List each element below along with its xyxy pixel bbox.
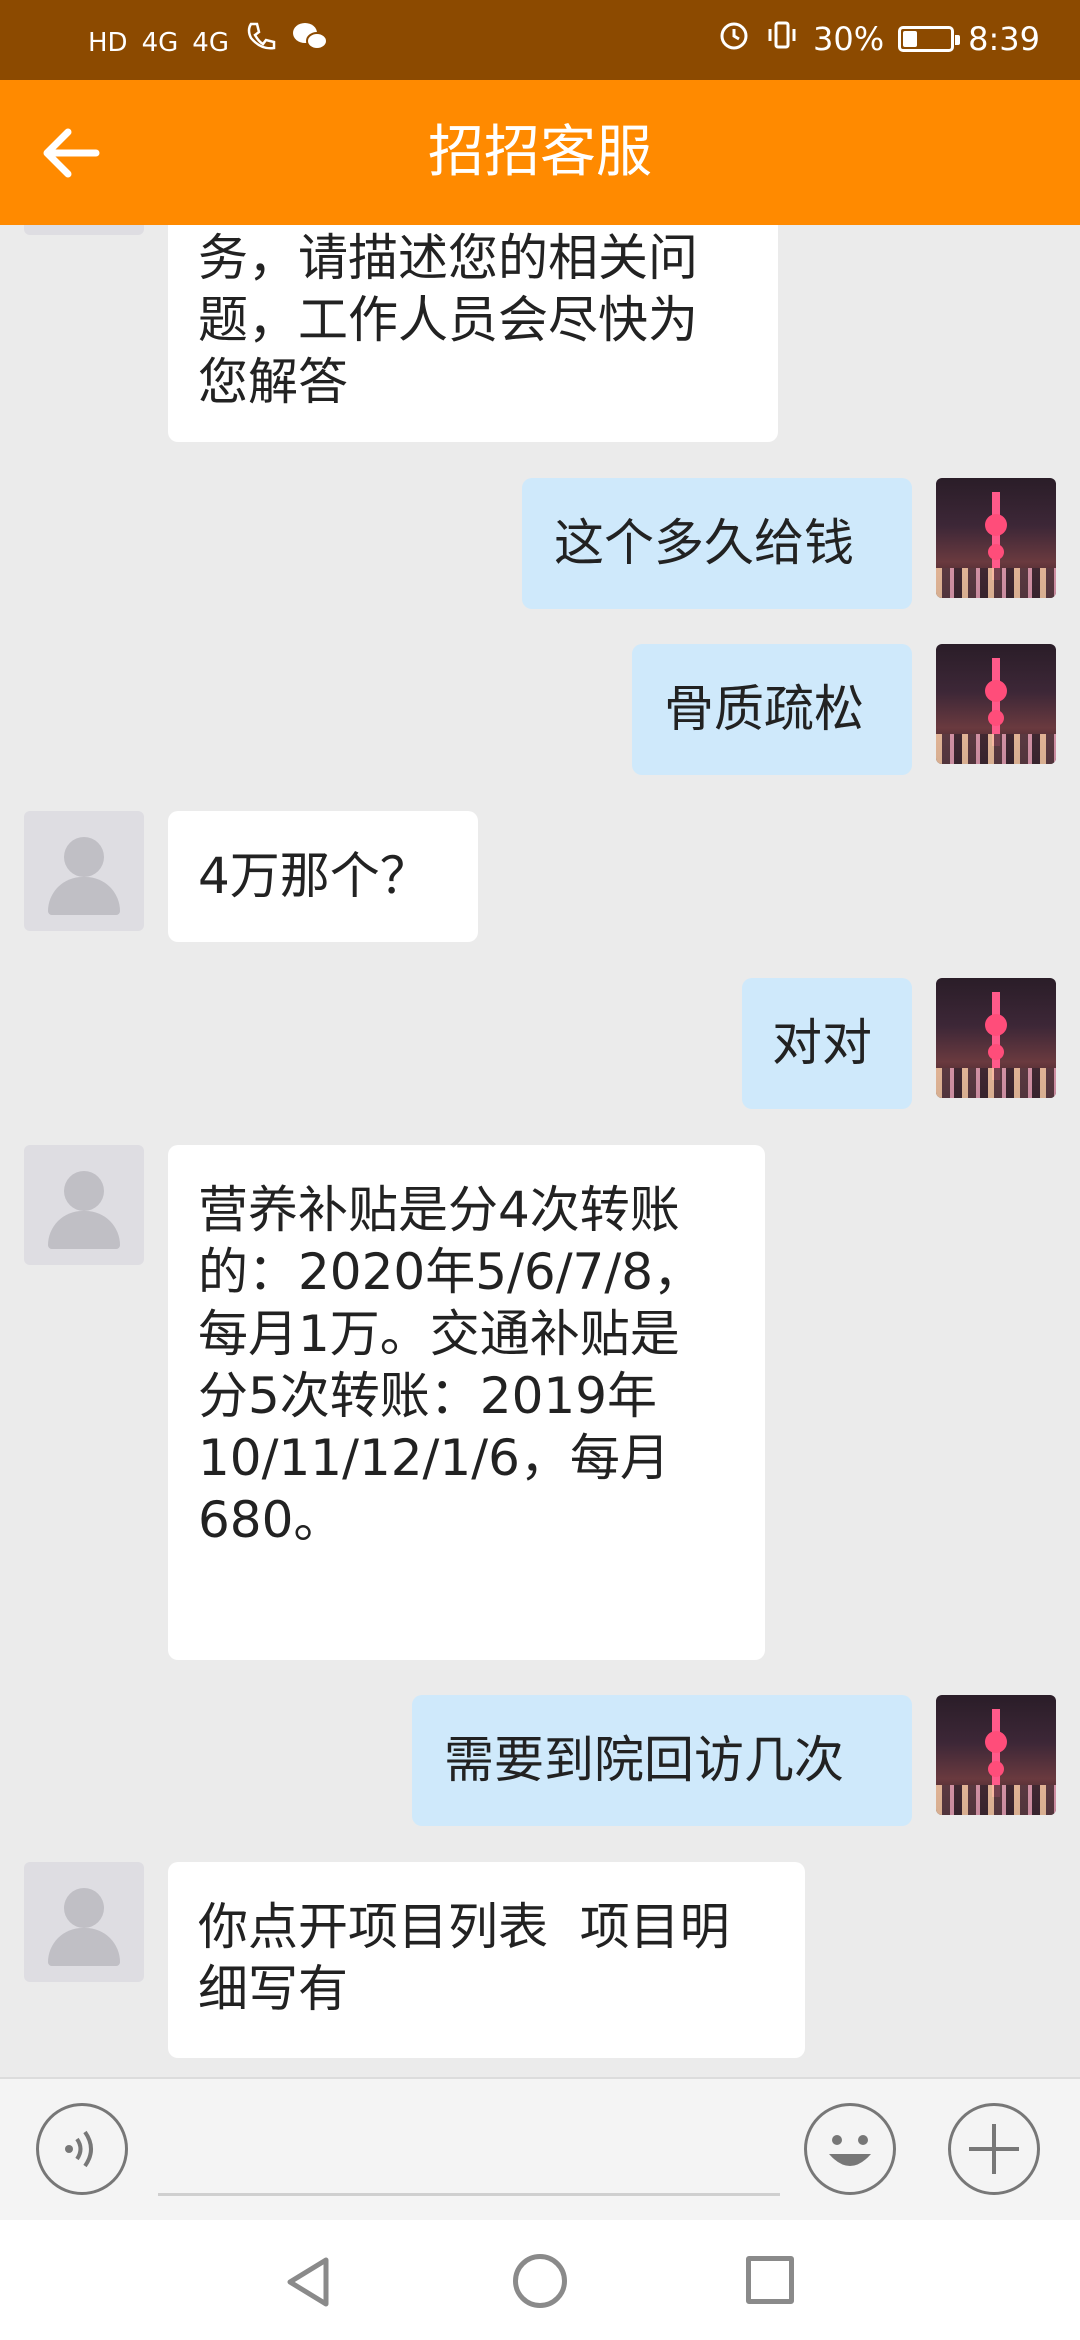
home-circle-icon[interactable]: [513, 2254, 567, 2308]
emoji-button[interactable]: [804, 2103, 896, 2195]
wechat-icon: [291, 20, 329, 66]
message-bubble-agent[interactable]: 你点开项目列表 项目明 细写有: [168, 1862, 805, 2058]
voice-button[interactable]: [36, 2103, 128, 2195]
voice-icon: [65, 2130, 93, 2168]
battery-icon: [898, 26, 961, 52]
message-bubble-user[interactable]: 这个多久给钱: [522, 478, 912, 609]
app-header: 招招客服: [0, 80, 1080, 225]
clock: 8:39: [968, 20, 1040, 58]
agent-avatar[interactable]: [24, 1145, 144, 1265]
message-bubble-agent[interactable]: 4万那个？: [168, 811, 478, 942]
message-bubble-user[interactable]: 需要到院回访几次: [412, 1695, 912, 1826]
message-bubble-agent[interactable]: 营养补贴是分4次转账 的：2020年5/6/7/8， 每月1万。交通补贴是 分5…: [168, 1145, 765, 1660]
vibrate-icon: [765, 18, 799, 60]
chat-input-bar: [0, 2077, 1080, 2222]
agent-avatar[interactable]: [24, 811, 144, 931]
system-nav-bar: [0, 2220, 1080, 2340]
alarm-icon: [717, 18, 751, 60]
battery-fill: [903, 31, 917, 47]
battery-percent: 30%: [813, 20, 885, 58]
recents-square-icon[interactable]: [746, 2256, 794, 2304]
page-title: 招招客服: [428, 120, 652, 185]
status-left-icons: HD 4G 4G: [88, 20, 329, 66]
message-input[interactable]: [158, 2193, 780, 2196]
agent-avatar[interactable]: [24, 1862, 144, 1982]
message-bubble-agent[interactable]: 务，请描述您的相关问 题，工作人员会尽快为 您解答: [168, 225, 778, 442]
back-triangle-icon[interactable]: [282, 2254, 334, 2310]
chat-message-list[interactable]: 务，请描述您的相关问 题，工作人员会尽快为 您解答 这个多久给钱 骨质疏松 4万…: [0, 225, 1080, 2077]
agent-avatar[interactable]: [24, 225, 144, 235]
signal-4g-icon-2: 4G: [192, 28, 229, 58]
message-bubble-user[interactable]: 对对: [742, 978, 912, 1109]
status-right-icons: 30% 8:39: [717, 18, 1040, 60]
message-bubble-user[interactable]: 骨质疏松: [632, 644, 912, 775]
plus-icon: [969, 2124, 1019, 2174]
hd-icon: HD: [88, 28, 128, 58]
user-avatar[interactable]: [936, 1695, 1056, 1815]
plus-button[interactable]: [948, 2103, 1040, 2195]
status-bar: HD 4G 4G 30% 8:39: [0, 0, 1080, 80]
user-avatar[interactable]: [936, 978, 1056, 1098]
signal-4g-icon-1: 4G: [141, 28, 179, 58]
user-avatar[interactable]: [936, 644, 1056, 764]
call-wifi-icon: [243, 20, 277, 66]
user-avatar[interactable]: [936, 478, 1056, 598]
emoji-icon: [829, 2135, 871, 2166]
